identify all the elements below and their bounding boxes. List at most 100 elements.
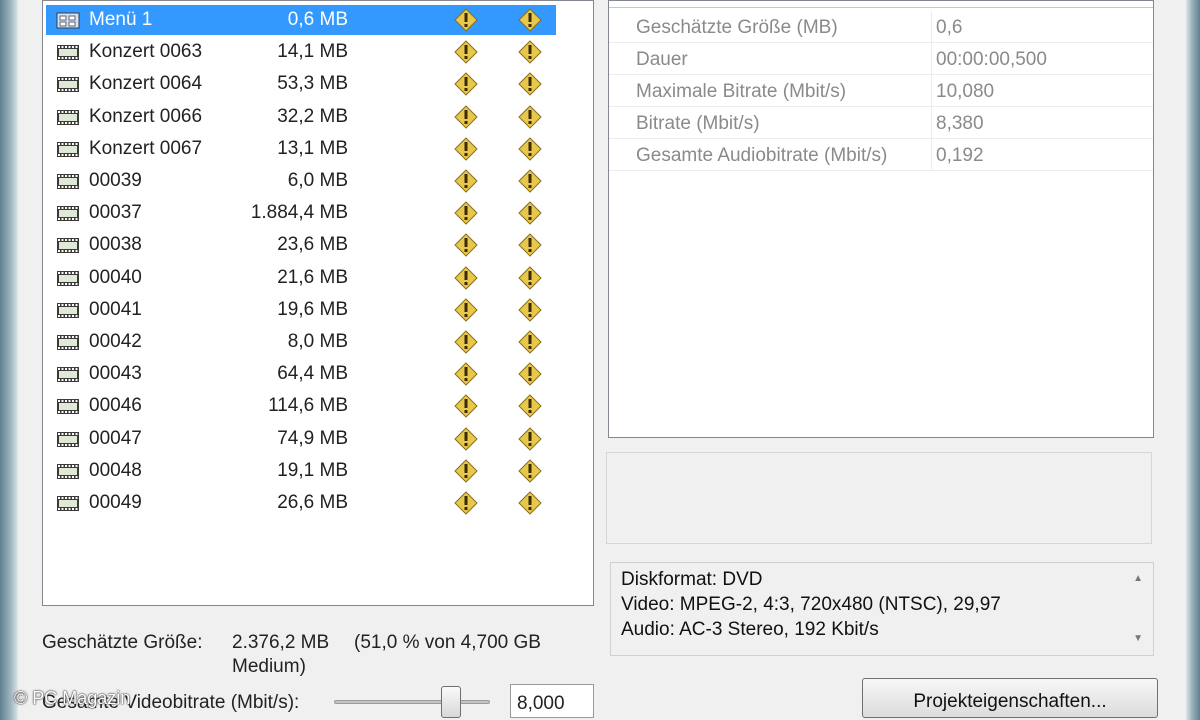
file-list-item[interactable]: Menü 1 0,6 MB <box>46 5 556 35</box>
scroll-down-icon[interactable]: ▼ <box>1133 633 1143 644</box>
warning-icon[interactable] <box>518 265 542 290</box>
file-size: 114,6 MB <box>268 395 348 417</box>
warning-icon[interactable] <box>454 265 478 290</box>
warning-icon[interactable] <box>518 426 542 451</box>
file-name: 00047 <box>89 427 142 449</box>
film-icon <box>56 431 80 448</box>
film-icon <box>56 109 80 126</box>
file-name: Konzert 0063 <box>89 41 203 63</box>
warning-icon[interactable] <box>454 40 478 64</box>
file-size: 74,9 MB <box>277 427 348 449</box>
watermark: © PC Magazin <box>14 688 131 708</box>
file-name: 00040 <box>89 266 142 288</box>
property-key: Maximale Bitrate (Mbit/s) <box>636 81 847 102</box>
file-name: Menü 1 <box>89 9 153 30</box>
video-bitrate-input[interactable] <box>510 684 594 718</box>
warning-icon[interactable] <box>454 330 478 354</box>
property-row: Dauer 00:00:00,500 <box>609 43 1153 75</box>
file-list-item[interactable]: 00049 26,6 MB <box>46 488 556 518</box>
warning-icon[interactable] <box>454 8 478 32</box>
file-name: 00038 <box>89 234 142 256</box>
property-value: 10,080 <box>936 81 995 102</box>
warning-icon[interactable] <box>454 394 478 419</box>
film-icon <box>56 495 80 512</box>
film-icon <box>56 141 80 158</box>
warning-icon[interactable] <box>518 40 542 64</box>
warning-icon[interactable] <box>518 459 542 483</box>
film-icon <box>56 237 80 254</box>
file-size: 14,1 MB <box>277 41 348 63</box>
menu-icon <box>56 12 80 29</box>
file-list-item[interactable]: 00046 114,6 MB <box>46 391 556 421</box>
project-properties-button[interactable]: Projekteigenschaften... <box>862 678 1158 718</box>
file-size: 8,0 MB <box>287 331 348 352</box>
warning-icon[interactable] <box>454 298 478 322</box>
warning-icon[interactable] <box>454 233 478 258</box>
file-list-item[interactable]: 00040 21,6 MB <box>46 263 556 293</box>
description-box <box>606 452 1152 544</box>
warning-icon[interactable] <box>518 201 542 225</box>
property-separator <box>931 107 932 139</box>
property-row: Maximale Bitrate (Mbit/s) 10,080 <box>609 75 1153 107</box>
file-size: 6,0 MB <box>287 170 348 191</box>
file-name: Konzert 0064 <box>89 73 203 95</box>
file-name: 00039 <box>89 170 142 191</box>
file-list-item[interactable]: 00042 8,0 MB <box>46 327 556 357</box>
warning-icon[interactable] <box>454 426 478 451</box>
warning-icon[interactable] <box>518 394 542 419</box>
warning-icon[interactable] <box>454 137 478 161</box>
warning-icon[interactable] <box>454 72 478 97</box>
file-list-item[interactable]: 00039 6,0 MB <box>46 166 556 196</box>
file-list-item[interactable]: Konzert 0063 14,1 MB <box>46 37 556 67</box>
estimated-size-value: 2.376,2 MB <box>232 632 330 653</box>
file-list-item[interactable]: 00037 1.884,4 MB <box>46 198 556 228</box>
warning-icon[interactable] <box>518 8 542 32</box>
property-key: Bitrate (Mbit/s) <box>636 113 760 134</box>
window-edge-left <box>0 0 18 720</box>
disc-info-box: Diskformat: DVD Video: MPEG-2, 4:3, 720x… <box>610 562 1154 656</box>
estimated-size-label: Geschätzte Größe: <box>42 632 203 653</box>
warning-icon[interactable] <box>518 137 542 161</box>
file-size: 13,1 MB <box>277 137 348 159</box>
video-bitrate-slider-thumb[interactable] <box>441 686 461 718</box>
file-size: 19,6 MB <box>277 298 348 320</box>
file-list-item[interactable]: 00041 19,6 MB <box>46 295 556 325</box>
file-list[interactable]: Menü 1 0,6 MB Konzert 0063 14,1 MB Konzert 0… <box>42 0 594 606</box>
warning-icon[interactable] <box>454 169 478 193</box>
file-list-item[interactable]: 00047 74,9 MB <box>46 424 556 454</box>
warning-icon[interactable] <box>454 104 478 129</box>
warning-icon[interactable] <box>518 72 542 97</box>
warning-icon[interactable] <box>454 491 478 515</box>
file-list-item[interactable]: 00043 64,4 MB <box>46 359 556 389</box>
file-list-item[interactable]: Konzert 0066 32,2 MB <box>46 102 556 132</box>
warning-icon[interactable] <box>518 298 542 322</box>
file-size: 53,3 MB <box>277 73 348 95</box>
warning-icon[interactable] <box>518 169 542 193</box>
warning-icon[interactable] <box>454 459 478 483</box>
file-name: 00049 <box>89 492 142 513</box>
property-separator <box>931 139 932 171</box>
warning-icon[interactable] <box>454 362 478 386</box>
film-icon <box>56 205 80 222</box>
file-list-item[interactable]: 00038 23,6 MB <box>46 230 556 260</box>
file-list-item[interactable]: Konzert 0064 53,3 MB <box>46 69 556 99</box>
file-name: 00042 <box>89 331 142 352</box>
disc-audio-line: Audio: AC-3 Stereo, 192 Kbit/s <box>621 619 879 640</box>
window-edge-right <box>1186 0 1200 720</box>
film-icon <box>56 398 80 415</box>
property-key: Gesamte Audiobitrate (Mbit/s) <box>636 145 888 166</box>
file-list-item[interactable]: 00048 19,1 MB <box>46 456 556 486</box>
warning-icon[interactable] <box>518 491 542 515</box>
file-list-item[interactable]: Konzert 0067 13,1 MB <box>46 134 556 164</box>
warning-icon[interactable] <box>518 104 542 129</box>
scroll-up-icon[interactable]: ▲ <box>1133 573 1143 584</box>
property-key: Dauer <box>636 49 688 70</box>
warning-icon[interactable] <box>454 201 478 225</box>
warning-icon[interactable] <box>518 362 542 386</box>
file-size: 19,1 MB <box>277 459 348 481</box>
video-bitrate-slider[interactable] <box>334 700 490 704</box>
file-size: 21,6 MB <box>277 266 348 288</box>
disc-format-line: Diskformat: DVD <box>621 569 763 590</box>
warning-icon[interactable] <box>518 330 542 354</box>
warning-icon[interactable] <box>518 233 542 258</box>
